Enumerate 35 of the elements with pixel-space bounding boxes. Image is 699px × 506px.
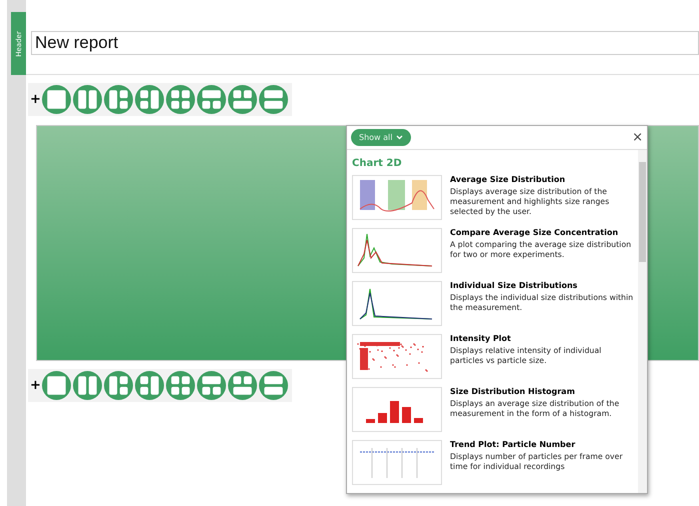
layout-button[interactable] — [73, 371, 102, 400]
layout-button[interactable] — [166, 371, 195, 400]
layout-button[interactable] — [197, 85, 226, 114]
layout-button[interactable] — [135, 85, 164, 114]
title-field[interactable]: New report — [31, 31, 699, 55]
layout-button[interactable] — [73, 85, 102, 114]
layout-button[interactable] — [259, 371, 288, 400]
layout-button[interactable] — [42, 371, 71, 400]
chart-title: Individual Size Distributions — [450, 281, 578, 290]
chart-title: Average Size Distribution — [450, 175, 566, 184]
chart-thumbnail[interactable] — [352, 175, 442, 220]
close-button[interactable]: × — [632, 130, 643, 145]
chart-title: Size Distribution Histogram — [450, 387, 576, 396]
scrollbar[interactable] — [638, 150, 647, 493]
layout-button[interactable] — [259, 85, 288, 114]
section-title: Chart 2D — [352, 158, 403, 169]
chevron-down-icon — [396, 135, 404, 140]
chart-thumbnail[interactable] — [352, 440, 442, 485]
layout-button[interactable] — [197, 371, 226, 400]
layout-button[interactable] — [42, 85, 71, 114]
layout-button[interactable] — [228, 371, 257, 400]
chart-thumbnail[interactable] — [352, 228, 442, 273]
layout-button[interactable] — [104, 85, 133, 114]
chart-title: Intensity Plot — [450, 334, 512, 343]
add-button[interactable]: + — [30, 378, 40, 393]
layout-button[interactable] — [135, 371, 164, 400]
chart-thumbnail[interactable] — [352, 387, 442, 432]
layout-button[interactable] — [166, 85, 195, 114]
layout-button[interactable] — [104, 371, 133, 400]
chart-thumbnail[interactable] — [352, 334, 442, 379]
layout-button[interactable] — [228, 85, 257, 114]
chart-title: Compare Average Size Concentration — [450, 228, 620, 237]
chart-title: Trend Plot: Particle Number — [450, 440, 576, 449]
chart-thumbnail[interactable] — [352, 281, 442, 326]
add-button[interactable]: + — [30, 92, 40, 107]
